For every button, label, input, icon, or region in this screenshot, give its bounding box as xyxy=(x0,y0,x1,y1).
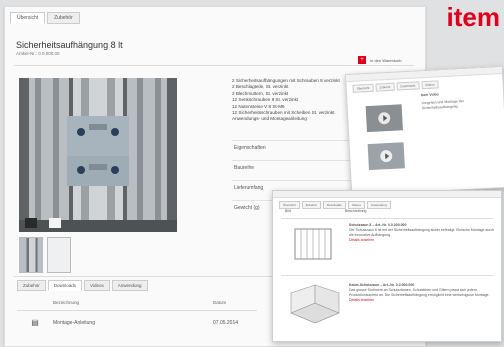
table-row[interactable]: ▤ Montage-Anleitung 07.05.2014 xyxy=(17,311,257,335)
header-date: Datum xyxy=(213,300,227,305)
tab-zubehoer[interactable]: Zubehör xyxy=(17,280,46,291)
detail-tabs: Zubehör Downloads Videos Anwendung xyxy=(17,280,148,291)
mini-tab[interactable]: Zubehör xyxy=(301,201,321,209)
tab-overview[interactable]: Übersicht xyxy=(10,12,46,24)
window-bar xyxy=(273,191,501,198)
fence-illustration-1 xyxy=(294,228,332,260)
product-description: 2 Sicherheitsaufhängungen mit Schrauben … xyxy=(232,78,362,123)
mini-tab[interactable]: Zubehör xyxy=(375,82,395,92)
spec-row: Baureihe xyxy=(232,160,352,180)
header-description: Beschreibung xyxy=(345,209,367,213)
thumbnail-strip xyxy=(19,237,71,273)
mini-tab[interactable]: Übersicht xyxy=(279,201,300,209)
divider xyxy=(281,275,493,276)
description-line: Anwendungs- und Montageanleitung xyxy=(232,116,307,122)
add-to-cart-button[interactable]: + In den Warenkorb xyxy=(358,56,402,64)
application-item: Kabel-Schutzzaun – Art.-Nr. 0.0.000.000 … xyxy=(349,283,495,302)
thumbnail-1[interactable] xyxy=(19,237,43,273)
spec-row: Eigenschaften xyxy=(232,140,352,160)
header-image: Bild xyxy=(285,209,291,213)
application-header: Bild Beschreibung xyxy=(281,209,493,219)
item-text: Das grosse Sortiment an Schutzzäunen, Sc… xyxy=(349,288,490,297)
header-spacer xyxy=(17,296,53,310)
item-text: Der Schutzzaun 8 ist mit der Sicherheits… xyxy=(349,228,495,237)
row-name: Montage-Anleitung xyxy=(53,320,95,326)
video-caption: Vorgehen und Montage der Sicherheitsaufh… xyxy=(421,99,465,111)
tab-anwendung[interactable]: Anwendung xyxy=(111,280,148,291)
page-title: Sicherheitsaufhängung 8 lt xyxy=(16,40,123,50)
divider xyxy=(14,65,414,66)
application-item: Schutzzaun 8 – Art.-Nr. 0.0.000.000 Der … xyxy=(349,223,495,242)
mini-tab[interactable]: Videos xyxy=(347,201,365,209)
play-icon xyxy=(377,111,391,125)
divider xyxy=(14,276,314,277)
mini-tab[interactable]: Downloads xyxy=(322,201,346,209)
table-header: Bezeichnung Datum xyxy=(17,296,257,311)
item-link[interactable]: Details ansehen xyxy=(349,238,495,242)
video-window: Übersicht Zubehör Downloads Videos Item … xyxy=(344,65,504,197)
product-photo-svg xyxy=(19,78,177,232)
document-icon: ▤ xyxy=(31,318,39,327)
downloads-table: Bezeichnung Datum ▤ Montage-Anleitung 07… xyxy=(17,296,257,335)
video-thumbnail-1[interactable] xyxy=(365,104,403,133)
video-thumbnail-2[interactable] xyxy=(367,142,405,171)
video-heading: Item Video xyxy=(421,92,439,98)
brand-logo: item xyxy=(446,2,500,32)
header-name: Bezeichnung xyxy=(53,300,80,305)
product-image[interactable] xyxy=(19,78,177,232)
thumbnail-2[interactable] xyxy=(47,237,71,273)
mini-tab[interactable]: Videos xyxy=(421,80,439,90)
mini-tab[interactable]: Downloads xyxy=(396,81,420,91)
item-link[interactable]: Details ansehen xyxy=(349,298,495,302)
tab-accessories[interactable]: Zubehör xyxy=(47,12,80,24)
mini-tab[interactable]: Übersicht xyxy=(352,83,374,93)
article-number: Artikel-Nr.: 0.0.000.00 xyxy=(16,51,60,56)
tab-videos[interactable]: Videos xyxy=(84,280,110,291)
top-tabs: Übersicht Zubehör xyxy=(10,12,80,24)
row-date: 07.05.2014 xyxy=(213,320,239,326)
cart-label: In den Warenkorb xyxy=(370,57,402,63)
fence-illustration-2 xyxy=(290,284,340,324)
play-icon xyxy=(379,149,393,163)
mini-tab[interactable]: Anwendung xyxy=(366,201,391,209)
application-window: Übersicht Zubehör Downloads Videos Anwen… xyxy=(272,190,502,342)
application-window-tabs: Übersicht Zubehör Downloads Videos Anwen… xyxy=(273,198,501,209)
cart-icon: + xyxy=(358,56,366,64)
tab-downloads[interactable]: Downloads xyxy=(47,280,83,291)
